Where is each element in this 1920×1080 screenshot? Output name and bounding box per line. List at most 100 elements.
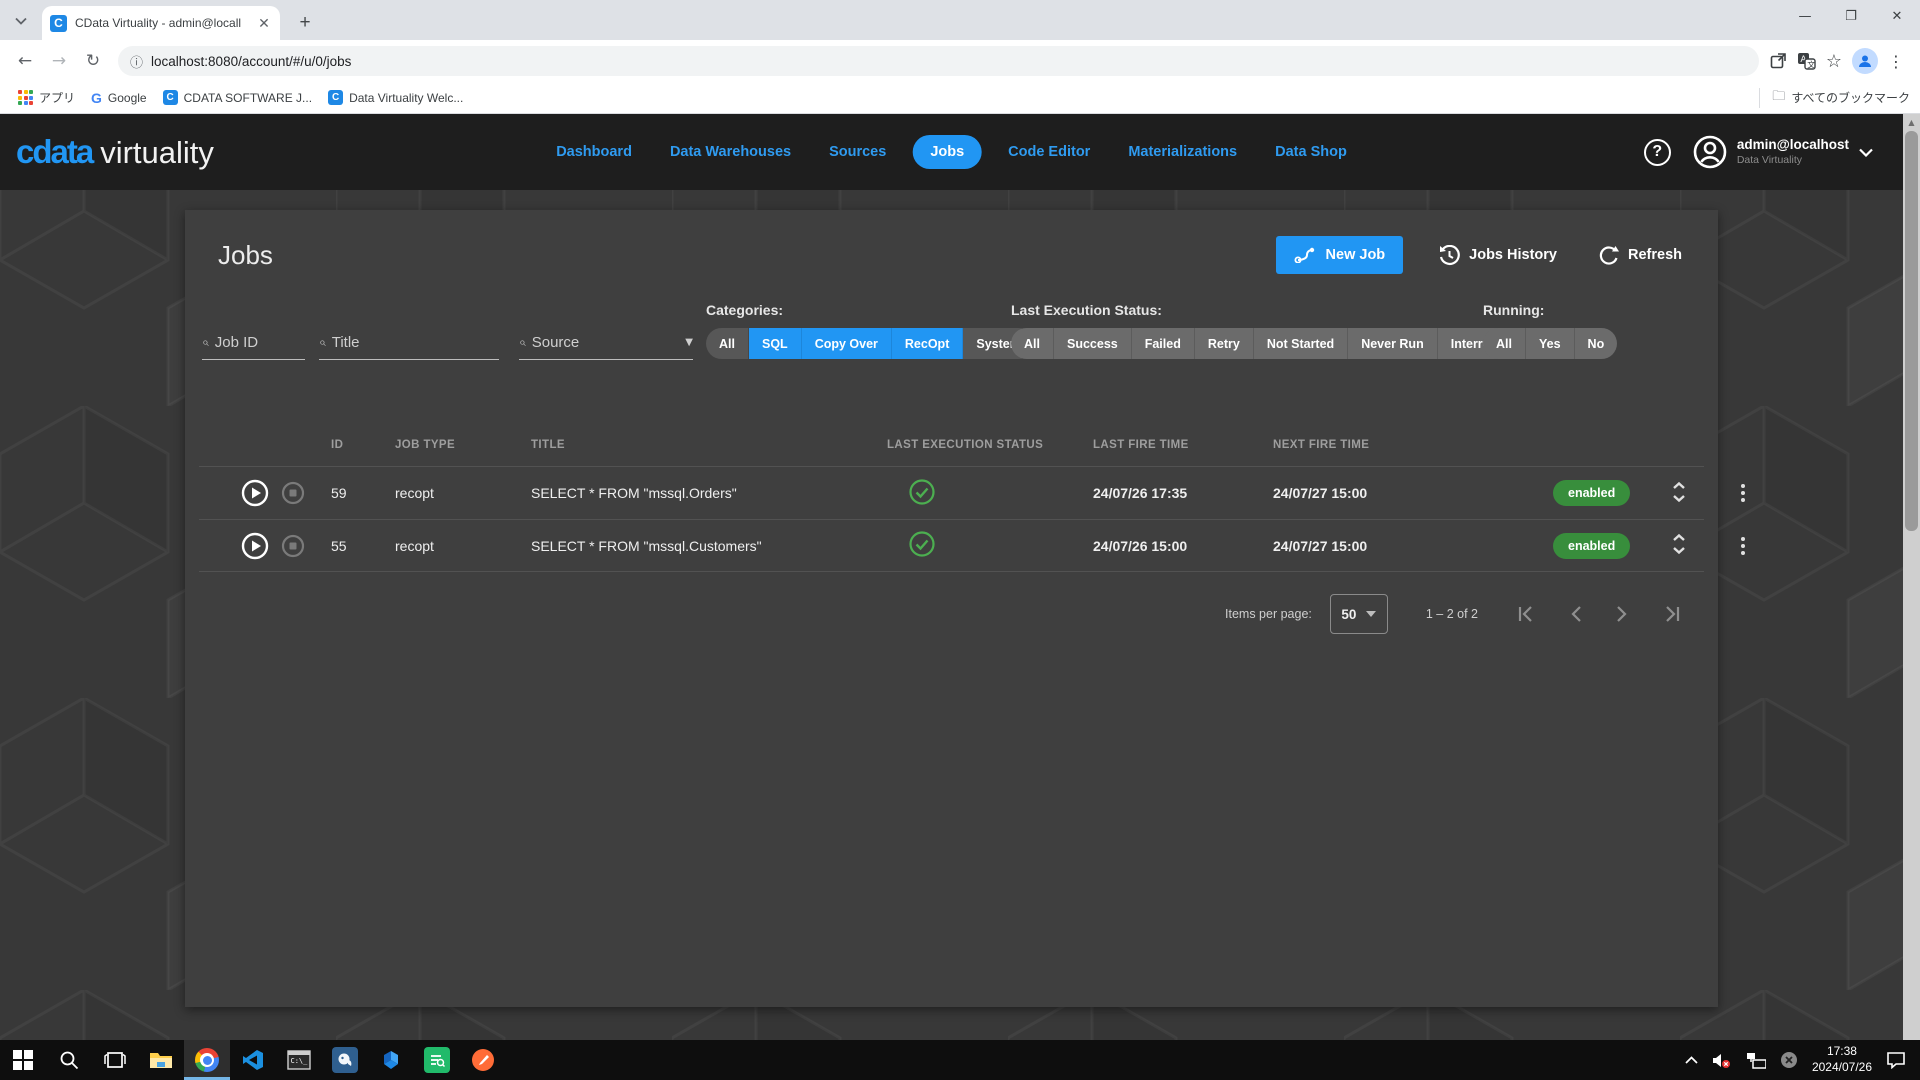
- source-select[interactable]: ⌕ ▼: [519, 326, 693, 360]
- chip-categories-recopt[interactable]: RecOpt: [892, 328, 963, 359]
- pgadmin-icon[interactable]: [322, 1040, 368, 1080]
- file-explorer-icon[interactable]: [138, 1040, 184, 1080]
- new-job-button[interactable]: New Job: [1276, 236, 1404, 274]
- chip-les-success[interactable]: Success: [1054, 328, 1132, 359]
- page-scrollbar[interactable]: ▲: [1903, 114, 1920, 1040]
- google-g-icon: G: [91, 90, 102, 106]
- terminal-icon[interactable]: C:\_: [276, 1040, 322, 1080]
- account-menu[interactable]: admin@localhost Data Virtuality: [1693, 135, 1873, 169]
- chip-categories-copy-over[interactable]: Copy Over: [802, 328, 892, 359]
- toggle-state-icon[interactable]: [1671, 481, 1687, 503]
- chip-les-all[interactable]: All: [1011, 328, 1054, 359]
- svg-text:C:\_: C:\_: [291, 1057, 309, 1065]
- search-icon: ⌕: [202, 335, 209, 350]
- volume-muted-icon[interactable]: [1712, 1052, 1732, 1069]
- nav-data-shop[interactable]: Data Shop: [1263, 135, 1359, 169]
- reload-button[interactable]: ↻: [78, 46, 108, 76]
- tray-expand-icon[interactable]: [1685, 1056, 1698, 1064]
- browser-menu-icon[interactable]: ⋮: [1888, 52, 1904, 71]
- scrollbar-up-icon[interactable]: ▲: [1903, 114, 1920, 131]
- chip-les-not-started[interactable]: Not Started: [1254, 328, 1348, 359]
- bookmark-google[interactable]: G Google: [83, 86, 155, 110]
- cell-id: 55: [331, 538, 395, 554]
- last-execution-status-chipgroup: All Success Failed Retry Not Started Nev…: [1011, 328, 1530, 359]
- categories-chipgroup: All SQL Copy Over RecOpt System: [706, 328, 1034, 359]
- search-icon[interactable]: [46, 1040, 92, 1080]
- window-minimize-button[interactable]: —: [1782, 0, 1828, 32]
- address-bar[interactable]: ⓘ localhost:8080/account/#/u/0/jobs: [118, 46, 1759, 76]
- first-page-icon[interactable]: [1518, 606, 1536, 622]
- new-tab-button[interactable]: +: [292, 10, 318, 36]
- chip-les-never-run[interactable]: Never Run: [1348, 328, 1438, 359]
- page-info-icon[interactable]: ⓘ: [130, 52, 143, 71]
- clock-time: 17:38: [1812, 1044, 1872, 1060]
- task-view-icon[interactable]: [92, 1040, 138, 1080]
- all-bookmarks-button[interactable]: 🗀 すべてのブックマーク: [1759, 88, 1910, 108]
- forward-button[interactable]: →: [44, 46, 74, 76]
- window-close-button[interactable]: ✕: [1874, 0, 1920, 32]
- run-job-button[interactable]: [241, 479, 269, 507]
- nav-jobs[interactable]: Jobs: [912, 135, 982, 169]
- chip-running-all[interactable]: All: [1483, 328, 1526, 359]
- bookmark-star-icon[interactable]: ☆: [1826, 51, 1842, 72]
- next-page-icon[interactable]: [1616, 606, 1628, 622]
- chip-les-failed[interactable]: Failed: [1132, 328, 1195, 359]
- vscode-icon[interactable]: [230, 1040, 276, 1080]
- bookmark-label: Google: [108, 91, 147, 105]
- bookmark-cdata-software[interactable]: C CDATA SOFTWARE J...: [155, 86, 320, 109]
- success-status-icon: [909, 531, 935, 557]
- refresh-button[interactable]: Refresh: [1593, 236, 1688, 274]
- network-icon[interactable]: [1746, 1052, 1766, 1069]
- stop-job-button[interactable]: [281, 534, 305, 558]
- nav-dashboard[interactable]: Dashboard: [544, 135, 644, 169]
- open-in-new-icon[interactable]: [1769, 52, 1787, 70]
- job-id-input[interactable]: ⌕: [202, 326, 305, 360]
- chip-categories-sql[interactable]: SQL: [749, 328, 802, 359]
- prev-page-icon[interactable]: [1570, 606, 1582, 622]
- tab-search-button[interactable]: [8, 8, 34, 34]
- status-x-icon[interactable]: [1780, 1051, 1798, 1069]
- start-icon[interactable]: [0, 1040, 46, 1080]
- nav-code-editor[interactable]: Code Editor: [996, 135, 1102, 169]
- layers-app-icon[interactable]: [368, 1040, 414, 1080]
- action-center-icon[interactable]: [1886, 1051, 1906, 1069]
- chip-running-no[interactable]: No: [1575, 328, 1618, 359]
- last-page-icon[interactable]: [1662, 606, 1680, 622]
- chip-categories-all[interactable]: All: [706, 328, 749, 359]
- all-bookmarks-label: すべてのブックマーク: [1791, 89, 1910, 106]
- stop-job-button[interactable]: [281, 481, 305, 505]
- title-input[interactable]: ⌕: [319, 326, 499, 360]
- tab-close-icon[interactable]: ✕: [256, 15, 272, 32]
- chip-running-yes[interactable]: Yes: [1526, 328, 1575, 359]
- translate-icon[interactable]: A文: [1797, 52, 1816, 70]
- row-menu-icon[interactable]: [1719, 484, 1767, 502]
- nav-materializations[interactable]: Materializations: [1116, 135, 1249, 169]
- jobs-history-button[interactable]: Jobs History: [1433, 236, 1563, 274]
- toggle-state-icon[interactable]: [1671, 533, 1687, 555]
- chip-les-retry[interactable]: Retry: [1195, 328, 1254, 359]
- cell-title: SELECT * FROM "mssql.Orders": [531, 485, 887, 501]
- scrollbar-thumb[interactable]: [1905, 131, 1918, 531]
- browser-tab-strip: C CData Virtuality - admin@locall ✕ + — …: [0, 0, 1920, 40]
- items-per-page-select[interactable]: 50: [1330, 594, 1388, 634]
- row-menu-icon[interactable]: [1719, 537, 1767, 555]
- nav-data-warehouses[interactable]: Data Warehouses: [658, 135, 803, 169]
- col-last-fire-time: LAST FIRE TIME: [1093, 439, 1273, 451]
- refresh-icon: [1599, 245, 1619, 266]
- back-button[interactable]: ←: [10, 46, 40, 76]
- nav-sources[interactable]: Sources: [817, 135, 898, 169]
- help-icon[interactable]: ?: [1644, 139, 1671, 166]
- postman-icon[interactable]: [460, 1040, 506, 1080]
- col-next-fire-time: NEXT FIRE TIME: [1273, 439, 1553, 451]
- run-job-button[interactable]: [241, 532, 269, 560]
- bookmark-data-virtuality[interactable]: C Data Virtuality Welc...: [320, 86, 471, 109]
- window-maximize-button[interactable]: ❐: [1828, 0, 1874, 32]
- chrome-icon[interactable]: [184, 1040, 230, 1080]
- bookmark-apps[interactable]: アプリ: [10, 85, 83, 110]
- browser-profile-avatar[interactable]: [1852, 48, 1878, 74]
- taskbar-clock[interactable]: 17:38 2024/07/26: [1812, 1044, 1872, 1075]
- search-icon: ⌕: [519, 335, 526, 350]
- job-flow-icon: [1294, 247, 1316, 263]
- log-viewer-app-icon[interactable]: [414, 1040, 460, 1080]
- browser-tab[interactable]: C CData Virtuality - admin@locall ✕: [42, 6, 280, 40]
